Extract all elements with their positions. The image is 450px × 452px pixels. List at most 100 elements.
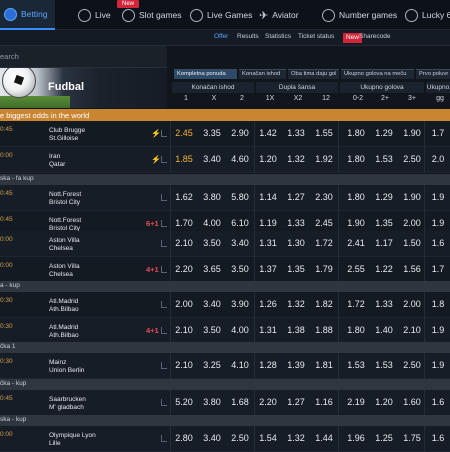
home-team[interactable]: Saarbrucken xyxy=(49,396,86,403)
nav-aviator[interactable]: ✈ Aviator xyxy=(259,0,299,30)
stats-icon[interactable] xyxy=(161,266,167,273)
odds-cell[interactable]: 1.8 xyxy=(426,299,450,309)
stats-icon[interactable] xyxy=(161,240,167,247)
away-team[interactable]: Ath.Bilbao xyxy=(49,332,79,339)
odds-cell[interactable]: 1.90 xyxy=(400,192,424,202)
odds-cell[interactable]: 1.92 xyxy=(312,154,336,164)
odds-cell[interactable]: 1.85 xyxy=(172,154,196,164)
odds-cell[interactable]: 1.88 xyxy=(312,325,336,335)
nav-live-games[interactable]: Live Games xyxy=(190,0,252,30)
odds-cell[interactable]: 4.00 xyxy=(228,325,252,335)
home-team[interactable]: Iran xyxy=(49,153,60,160)
away-team[interactable]: Qatar xyxy=(49,161,65,168)
odds-cell[interactable]: 2.00 xyxy=(400,299,424,309)
odds-cell[interactable]: 1.27 xyxy=(284,192,308,202)
home-team[interactable]: Olympique Lyon xyxy=(49,432,96,439)
away-team[interactable]: Lille xyxy=(49,440,61,447)
odds-cell[interactable]: 1.9 xyxy=(426,360,450,370)
odds-cell[interactable]: 1.31 xyxy=(256,238,280,248)
odds-cell[interactable]: 3.80 xyxy=(200,397,224,407)
market-tab-kompletna[interactable]: Kompletna ponuda xyxy=(174,69,237,79)
odds-cell[interactable]: 1.9 xyxy=(426,218,450,228)
odds-cell[interactable]: 3.90 xyxy=(228,299,252,309)
odds-cell[interactable]: 3.40 xyxy=(200,154,224,164)
odds-cell[interactable]: 1.81 xyxy=(312,360,336,370)
stats-icon[interactable] xyxy=(161,156,167,163)
subnav-results[interactable]: Results xyxy=(237,33,259,40)
odds-cell[interactable]: 1.82 xyxy=(312,299,336,309)
home-team[interactable]: Nott.Forest xyxy=(49,217,81,224)
nav-lucky6[interactable]: Lucky 6 xyxy=(405,0,450,30)
odds-cell[interactable]: 1.28 xyxy=(256,360,280,370)
odds-cell[interactable]: 1.29 xyxy=(372,192,396,202)
away-team[interactable]: Union Berlin xyxy=(49,367,84,374)
odds-cell[interactable]: 4.00 xyxy=(200,218,224,228)
odds-cell[interactable]: 2.30 xyxy=(312,192,336,202)
home-team[interactable]: Atl.Madrid xyxy=(49,324,78,331)
odds-cell[interactable]: 4.10 xyxy=(228,360,252,370)
odds-cell[interactable]: 1.6 xyxy=(426,397,450,407)
odds-cell[interactable]: 1.54 xyxy=(256,433,280,443)
odds-cell[interactable]: 1.6 xyxy=(426,433,450,443)
odds-cell[interactable]: 1.90 xyxy=(344,218,368,228)
odds-cell[interactable]: 1.20 xyxy=(372,397,396,407)
stats-icon[interactable] xyxy=(161,301,167,308)
odds-cell[interactable]: 1.53 xyxy=(372,360,396,370)
odds-cell[interactable]: 1.32 xyxy=(284,299,308,309)
away-team[interactable]: M' gladbach xyxy=(49,404,84,411)
odds-cell[interactable]: 3.40 xyxy=(200,433,224,443)
away-team[interactable]: St.Gilloise xyxy=(49,135,78,142)
odds-cell[interactable]: 3.25 xyxy=(200,360,224,370)
odds-cell[interactable]: 1.90 xyxy=(400,128,424,138)
odds-cell[interactable]: 1.96 xyxy=(344,433,368,443)
odds-cell[interactable]: 1.22 xyxy=(372,264,396,274)
subnav-statistics[interactable]: Statistics xyxy=(265,33,291,40)
league-header[interactable]: čka 1 xyxy=(0,342,450,353)
subnav-offer[interactable]: Offer xyxy=(214,33,228,40)
odds-cell[interactable]: 1.79 xyxy=(312,264,336,274)
odds-cell[interactable]: 1.6 xyxy=(426,238,450,248)
odds-cell[interactable]: 1.19 xyxy=(256,218,280,228)
odds-cell[interactable]: 1.32 xyxy=(284,433,308,443)
nav-number-games[interactable]: Number games xyxy=(322,0,397,30)
odds-cell[interactable]: 1.33 xyxy=(284,218,308,228)
odds-cell[interactable]: 1.80 xyxy=(344,192,368,202)
odds-cell[interactable]: 3.50 xyxy=(200,325,224,335)
league-header[interactable]: ska - fa kup xyxy=(0,174,450,185)
odds-cell[interactable]: 1.75 xyxy=(400,433,424,443)
stats-icon[interactable] xyxy=(161,220,167,227)
odds-cell[interactable]: 2.80 xyxy=(172,433,196,443)
odds-cell[interactable]: 1.68 xyxy=(228,397,252,407)
market-tab-oba-tima[interactable]: Oba tima daju gol xyxy=(288,69,339,79)
subnav-ticket-status[interactable]: Ticket status xyxy=(298,33,334,40)
odds-cell[interactable]: 6.10 xyxy=(228,218,252,228)
home-team[interactable]: Atl.Madrid xyxy=(49,298,78,305)
odds-cell[interactable]: 3.35 xyxy=(200,128,224,138)
odds-cell[interactable]: 1.70 xyxy=(172,218,196,228)
odds-cell[interactable]: 3.40 xyxy=(228,238,252,248)
home-team[interactable]: Club Brugge xyxy=(49,127,85,134)
odds-cell[interactable]: 1.37 xyxy=(256,264,280,274)
odds-cell[interactable]: 1.35 xyxy=(284,264,308,274)
odds-cell[interactable]: 2.50 xyxy=(400,154,424,164)
odds-cell[interactable]: 1.60 xyxy=(400,397,424,407)
odds-cell[interactable]: 3.50 xyxy=(200,238,224,248)
odds-cell[interactable]: 4.60 xyxy=(228,154,252,164)
odds-cell[interactable]: 2.45 xyxy=(312,218,336,228)
odds-cell[interactable]: 1.44 xyxy=(312,433,336,443)
odds-cell[interactable]: 1.72 xyxy=(344,299,368,309)
home-team[interactable]: Aston Villa xyxy=(49,263,80,270)
odds-cell[interactable]: 5.20 xyxy=(172,397,196,407)
stats-icon[interactable] xyxy=(161,435,167,442)
odds-cell[interactable]: 2.20 xyxy=(256,397,280,407)
league-header[interactable]: ska - kup xyxy=(0,415,450,426)
stats-icon[interactable] xyxy=(161,399,167,406)
odds-cell[interactable]: 2.10 xyxy=(400,325,424,335)
odds-cell[interactable]: 1.7 xyxy=(426,264,450,274)
odds-cell[interactable]: 2.55 xyxy=(344,264,368,274)
odds-cell[interactable]: 2.50 xyxy=(400,360,424,370)
subnav-sharecode[interactable]: Sharecode xyxy=(359,33,390,40)
odds-cell[interactable]: 3.50 xyxy=(228,264,252,274)
odds-cell[interactable]: 2.10 xyxy=(172,325,196,335)
odds-cell[interactable]: 1.32 xyxy=(284,154,308,164)
